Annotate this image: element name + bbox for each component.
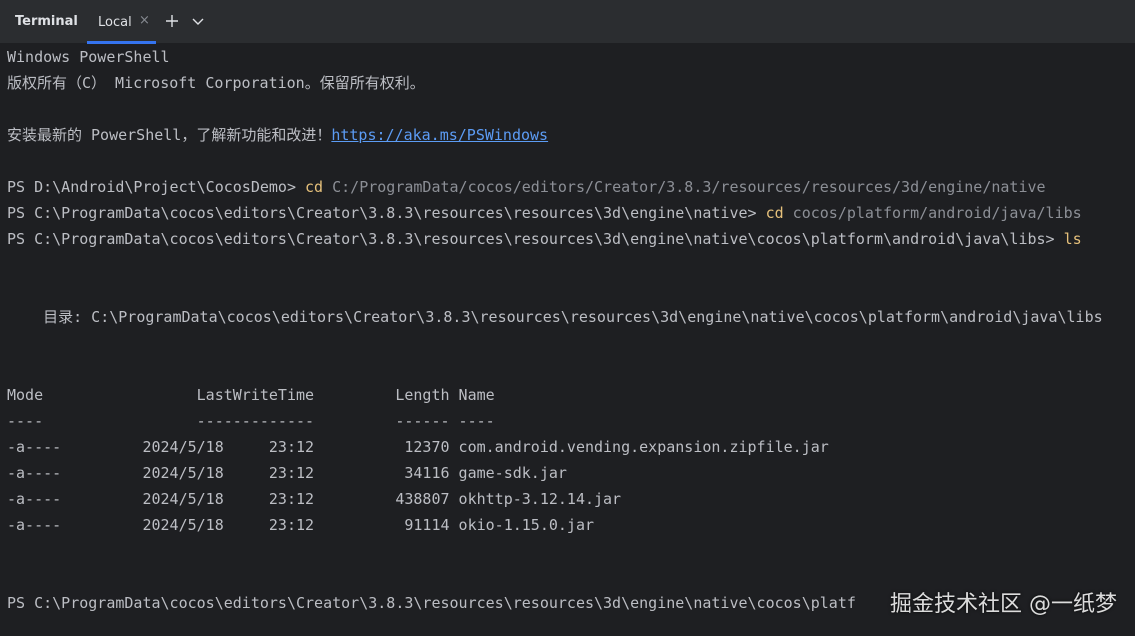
command: cd	[305, 178, 324, 196]
plus-icon[interactable]	[162, 11, 182, 31]
command-argument: cocos/platform/android/java/libs	[783, 204, 1082, 222]
output-line: 版权所有（C） Microsoft Corporation。保留所有权利。	[7, 74, 425, 92]
table-row: -a---- 2024/5/18 23:12 34116 game-sdk.ja…	[7, 464, 567, 482]
command: ls	[1063, 230, 1082, 248]
table-row: -a---- 2024/5/18 23:12 91114 okio-1.15.0…	[7, 516, 594, 534]
output-line: Windows PowerShell	[7, 48, 170, 66]
watermark: 掘金技术社区 @一纸梦	[890, 592, 1117, 617]
current-prompt[interactable]: PS C:\ProgramData\cocos\editors\Creator\…	[7, 590, 856, 616]
command: cd	[765, 204, 784, 222]
install-text: 安装最新的 PowerShell，了解新功能和改进！	[7, 126, 332, 144]
table-header: Mode LastWriteTime Length Name	[7, 386, 495, 404]
command-argument: C:/ProgramData/cocos/editors/Creator/3.8…	[323, 178, 1046, 196]
terminal-tool-window-header: Terminal Local ×	[0, 0, 1135, 44]
terminal-output[interactable]: Windows PowerShell 版权所有（C） Microsoft Cor…	[0, 44, 1135, 636]
table-row: -a---- 2024/5/18 23:12 438807 okhttp-3.1…	[7, 490, 622, 508]
command-line: PS C:\ProgramData\cocos\editors\Creator\…	[7, 226, 1082, 252]
prompt: PS C:\ProgramData\cocos\editors\Creator\…	[7, 204, 766, 222]
directory-line: 目录: C:\ProgramData\cocos\editors\Creator…	[7, 308, 1103, 326]
table-row: -a---- 2024/5/18 23:12 12370 com.android…	[7, 438, 829, 456]
tab-label: Local	[98, 15, 132, 30]
command-line: PS C:\ProgramData\cocos\editors\Creator\…	[7, 200, 1082, 226]
command-line: PS D:\Android\Project\CocosDemo> cd C:/P…	[7, 174, 1046, 200]
table-rule: ---- ------------- ------ ----	[7, 412, 495, 430]
chevron-down-icon[interactable]	[188, 11, 208, 31]
close-icon[interactable]: ×	[139, 13, 150, 28]
prompt: PS D:\Android\Project\CocosDemo>	[7, 178, 306, 196]
prompt: PS C:\ProgramData\cocos\editors\Creator\…	[7, 230, 1064, 248]
tab-local[interactable]: Local ×	[87, 8, 156, 44]
install-link[interactable]: https://aka.ms/PSWindows	[331, 126, 548, 144]
install-line: 安装最新的 PowerShell，了解新功能和改进！https://aka.ms…	[7, 122, 548, 148]
panel-title: Terminal	[15, 14, 78, 29]
